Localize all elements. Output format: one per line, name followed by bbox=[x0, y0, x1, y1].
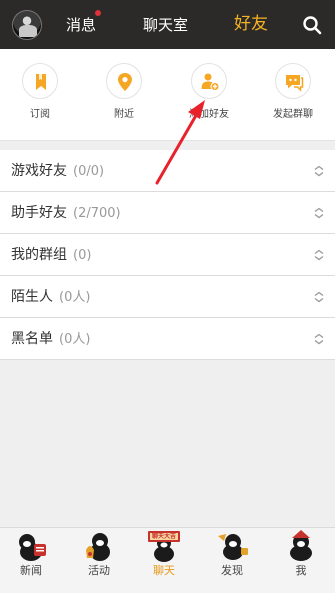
news-mascot-icon bbox=[12, 530, 50, 562]
activity-mascot-icon bbox=[80, 530, 118, 562]
group-count: (0) bbox=[73, 248, 92, 263]
shortcut-add-friend[interactable]: 添加好友 bbox=[179, 63, 239, 121]
bookmark-icon bbox=[36, 74, 46, 90]
group-count: (0/0) bbox=[73, 164, 105, 179]
group-name: 陌生人 bbox=[11, 289, 53, 305]
expand-icon bbox=[314, 249, 324, 261]
group-name-wrap: 黑名单 (0人) bbox=[11, 330, 90, 349]
tab-messages[interactable]: 消息 bbox=[66, 15, 96, 35]
group-name: 助手好友 bbox=[11, 205, 67, 221]
nav-activity[interactable]: 活动 bbox=[74, 530, 124, 578]
list-item-strangers[interactable]: 陌生人 (0人) bbox=[0, 276, 335, 318]
nav-label: 新闻 bbox=[20, 564, 42, 577]
group-name: 我的群组 bbox=[11, 247, 67, 263]
shortcut-label: 发起群聊 bbox=[273, 109, 313, 120]
me-mascot-icon bbox=[282, 530, 320, 562]
chat-sign-text: 聊天大吉 bbox=[151, 533, 176, 540]
list-item-blacklist[interactable]: 黑名单 (0人) bbox=[0, 318, 335, 360]
top-bar: 消息 聊天室 好友 bbox=[0, 0, 335, 49]
nearby-circle bbox=[106, 63, 142, 99]
add-friend-circle bbox=[191, 63, 227, 99]
expand-icon bbox=[314, 165, 324, 177]
expand-icon bbox=[314, 333, 324, 345]
add-friend-icon bbox=[201, 73, 220, 91]
group-chat-icon bbox=[286, 75, 304, 92]
shortcut-label: 订阅 bbox=[30, 109, 50, 120]
nav-chat[interactable]: 聊天大吉 聊天 bbox=[139, 530, 189, 578]
shortcut-bar: 订阅 附近 添加好友 发起群聊 bbox=[0, 49, 335, 141]
friend-group-list: 游戏好友 (0/0) 助手好友 (2/700) 我的群组 (0) 陌生人 (0人) 黑名… bbox=[0, 150, 335, 360]
list-item-game-friends[interactable]: 游戏好友 (0/0) bbox=[0, 150, 335, 192]
group-count: (2/700) bbox=[73, 206, 121, 221]
list-item-my-groups[interactable]: 我的群组 (0) bbox=[0, 234, 335, 276]
group-chat-circle bbox=[275, 63, 311, 99]
bottom-nav: 新闻 活动 聊天大吉 聊天 发现 我 bbox=[0, 527, 335, 593]
nav-news[interactable]: 新闻 bbox=[6, 530, 56, 578]
group-name-wrap: 陌生人 (0人) bbox=[11, 288, 90, 307]
nav-discover[interactable]: 发现 bbox=[207, 530, 257, 578]
shortcut-label: 附近 bbox=[114, 109, 134, 120]
group-name-wrap: 游戏好友 (0/0) bbox=[11, 162, 104, 181]
nav-label: 聊天 bbox=[153, 564, 175, 577]
shortcut-nearby[interactable]: 附近 bbox=[94, 63, 154, 121]
group-name: 游戏好友 bbox=[11, 163, 67, 179]
chat-mascot-icon: 聊天大吉 bbox=[145, 530, 183, 562]
group-name: 黑名单 bbox=[11, 331, 53, 347]
expand-icon bbox=[314, 207, 324, 219]
nav-label: 活动 bbox=[88, 564, 110, 577]
subscribe-circle bbox=[22, 63, 58, 99]
group-name-wrap: 我的群组 (0) bbox=[11, 246, 91, 265]
expand-icon bbox=[314, 291, 324, 303]
nav-label: 发现 bbox=[221, 564, 243, 577]
nav-label: 我 bbox=[295, 564, 307, 577]
nav-me[interactable]: 我 bbox=[276, 530, 326, 578]
discover-mascot-icon bbox=[213, 530, 251, 562]
list-item-assistant-friends[interactable]: 助手好友 (2/700) bbox=[0, 192, 335, 234]
unread-dot bbox=[95, 10, 101, 16]
group-count: (0人) bbox=[59, 290, 91, 305]
user-avatar[interactable] bbox=[12, 10, 42, 40]
tab-chatroom[interactable]: 聊天室 bbox=[143, 15, 188, 35]
shortcut-subscribe[interactable]: 订阅 bbox=[10, 63, 70, 121]
shortcut-group-chat[interactable]: 发起群聊 bbox=[263, 63, 323, 121]
location-icon bbox=[118, 73, 132, 91]
group-name-wrap: 助手好友 (2/700) bbox=[11, 204, 121, 223]
search-icon[interactable] bbox=[302, 15, 322, 35]
tab-friends[interactable]: 好友 bbox=[234, 14, 268, 34]
shortcut-label: 添加好友 bbox=[189, 109, 229, 120]
group-count: (0人) bbox=[59, 332, 91, 347]
